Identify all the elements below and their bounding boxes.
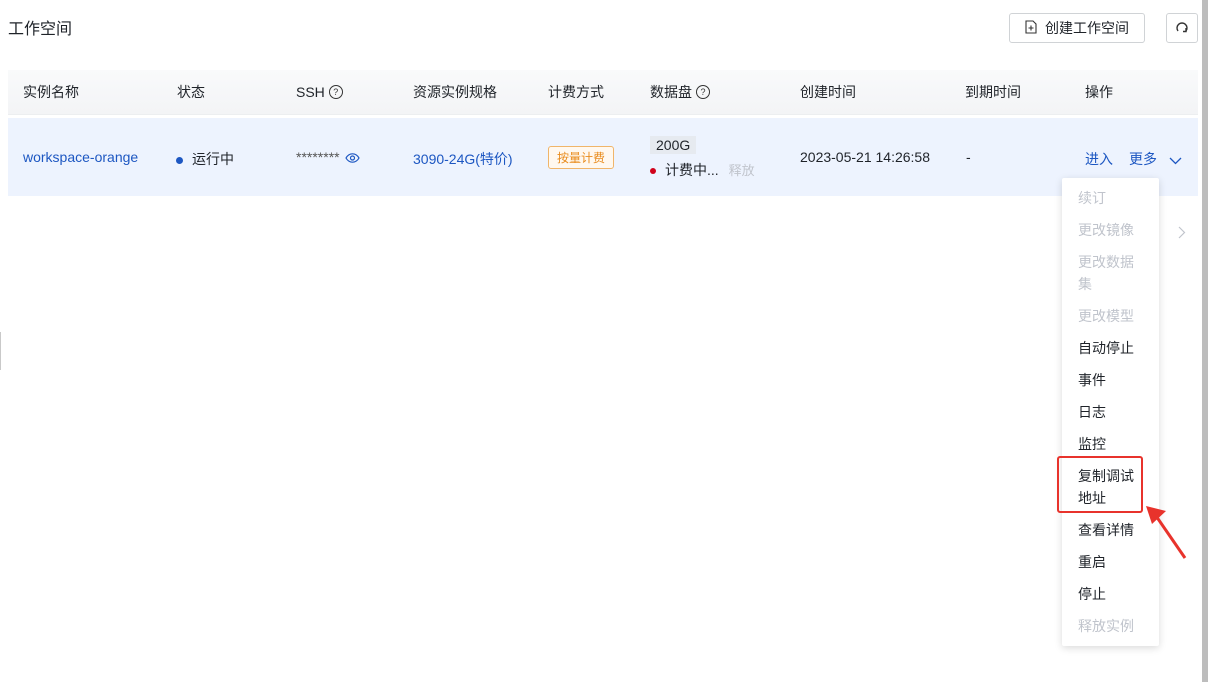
ssh-cell: ******** bbox=[296, 149, 361, 166]
help-icon[interactable]: ? bbox=[328, 85, 343, 99]
header-created: 创建时间 bbox=[800, 84, 856, 100]
expires-time: - bbox=[966, 149, 971, 165]
more-label: 更多 bbox=[1129, 151, 1157, 167]
header-ssh-label: SSH bbox=[296, 84, 325, 100]
scrollbar[interactable] bbox=[1202, 0, 1208, 682]
header-expires: 到期时间 bbox=[965, 84, 1021, 100]
header-spec: 资源实例规格 bbox=[413, 84, 497, 100]
refresh-button[interactable] bbox=[1166, 13, 1198, 43]
header-billing: 计费方式 bbox=[548, 84, 604, 100]
header-name: 实例名称 bbox=[23, 84, 79, 100]
status-dot bbox=[176, 156, 183, 164]
create-workspace-label: 创建工作空间 bbox=[1045, 20, 1129, 36]
table-header: 实例名称 状态 SSH ? 资源实例规格 计费方式 数据盘 ? 创建时间 到期时… bbox=[8, 70, 1198, 115]
instance-name-link[interactable]: workspace-orange bbox=[23, 149, 138, 165]
menu-item-change-dataset[interactable]: 更改数据集 bbox=[1078, 251, 1138, 295]
header-disk-label: 数据盘 bbox=[650, 84, 692, 100]
help-icon[interactable]: ? bbox=[696, 85, 710, 99]
header-status: 状态 bbox=[177, 84, 205, 100]
enter-link[interactable]: 进入 bbox=[1085, 149, 1113, 169]
header-actions: 操作 bbox=[1085, 84, 1113, 100]
status-text: 运行中 bbox=[192, 151, 234, 167]
menu-item-logs[interactable]: 日志 bbox=[1078, 401, 1148, 423]
annotation-highlight-box bbox=[1057, 456, 1143, 513]
menu-item-auto-stop[interactable]: 自动停止 bbox=[1078, 337, 1148, 359]
create-workspace-button[interactable]: 创建工作空间 bbox=[1009, 13, 1145, 43]
refresh-icon bbox=[1175, 20, 1189, 37]
header-ssh: SSH ? bbox=[296, 70, 343, 114]
created-time: 2023-05-21 14:26:58 bbox=[800, 149, 930, 165]
annotation-arrow-icon bbox=[1140, 500, 1190, 565]
menu-item-stop[interactable]: 停止 bbox=[1078, 583, 1148, 605]
divider bbox=[0, 332, 1, 370]
disk-status-text: 计费中... bbox=[665, 162, 719, 178]
menu-item-events[interactable]: 事件 bbox=[1078, 369, 1148, 391]
disk-status-dot bbox=[650, 168, 656, 175]
table-row: workspace-orange 运行中 ******** 3090-24G(特… bbox=[8, 118, 1198, 196]
menu-item-monitor[interactable]: 监控 bbox=[1078, 433, 1148, 455]
more-menu: 续订 更改镜像 更改数据集 更改模型 自动停止 事件 日志 监控 复制调试地址 … bbox=[1062, 178, 1159, 646]
menu-item-restart[interactable]: 重启 bbox=[1078, 551, 1148, 573]
header-disk: 数据盘 ? bbox=[650, 70, 710, 114]
menu-item-change-model[interactable]: 更改模型 bbox=[1078, 305, 1148, 327]
menu-item-change-image[interactable]: 更改镜像 bbox=[1078, 219, 1148, 241]
more-dropdown[interactable]: 更多 bbox=[1129, 149, 1182, 169]
file-plus-icon bbox=[1025, 19, 1037, 37]
menu-item-renew[interactable]: 续订 bbox=[1078, 187, 1148, 209]
billing-badge: 按量计费 bbox=[548, 146, 615, 169]
status-cell: 运行中 bbox=[176, 149, 234, 169]
billing-badge-cell: 按量计费 bbox=[548, 146, 615, 169]
spec-link[interactable]: 3090-24G(特价) bbox=[413, 149, 513, 169]
disk-size: 200G bbox=[650, 136, 697, 154]
eye-icon[interactable] bbox=[345, 150, 361, 166]
disk-release-link[interactable]: 释放 bbox=[729, 163, 755, 178]
page-title: 工作空间 bbox=[8, 21, 73, 38]
menu-item-view-details[interactable]: 查看详情 bbox=[1078, 519, 1148, 541]
chevron-down-icon bbox=[1169, 152, 1182, 168]
disk-status-cell: 计费中... 释放 bbox=[650, 160, 755, 180]
chevron-right-icon bbox=[1178, 226, 1186, 242]
disk-size-cell: 200G bbox=[650, 136, 697, 154]
menu-item-release-instance[interactable]: 释放实例 bbox=[1078, 615, 1148, 637]
ssh-masked: ******** bbox=[296, 149, 340, 165]
